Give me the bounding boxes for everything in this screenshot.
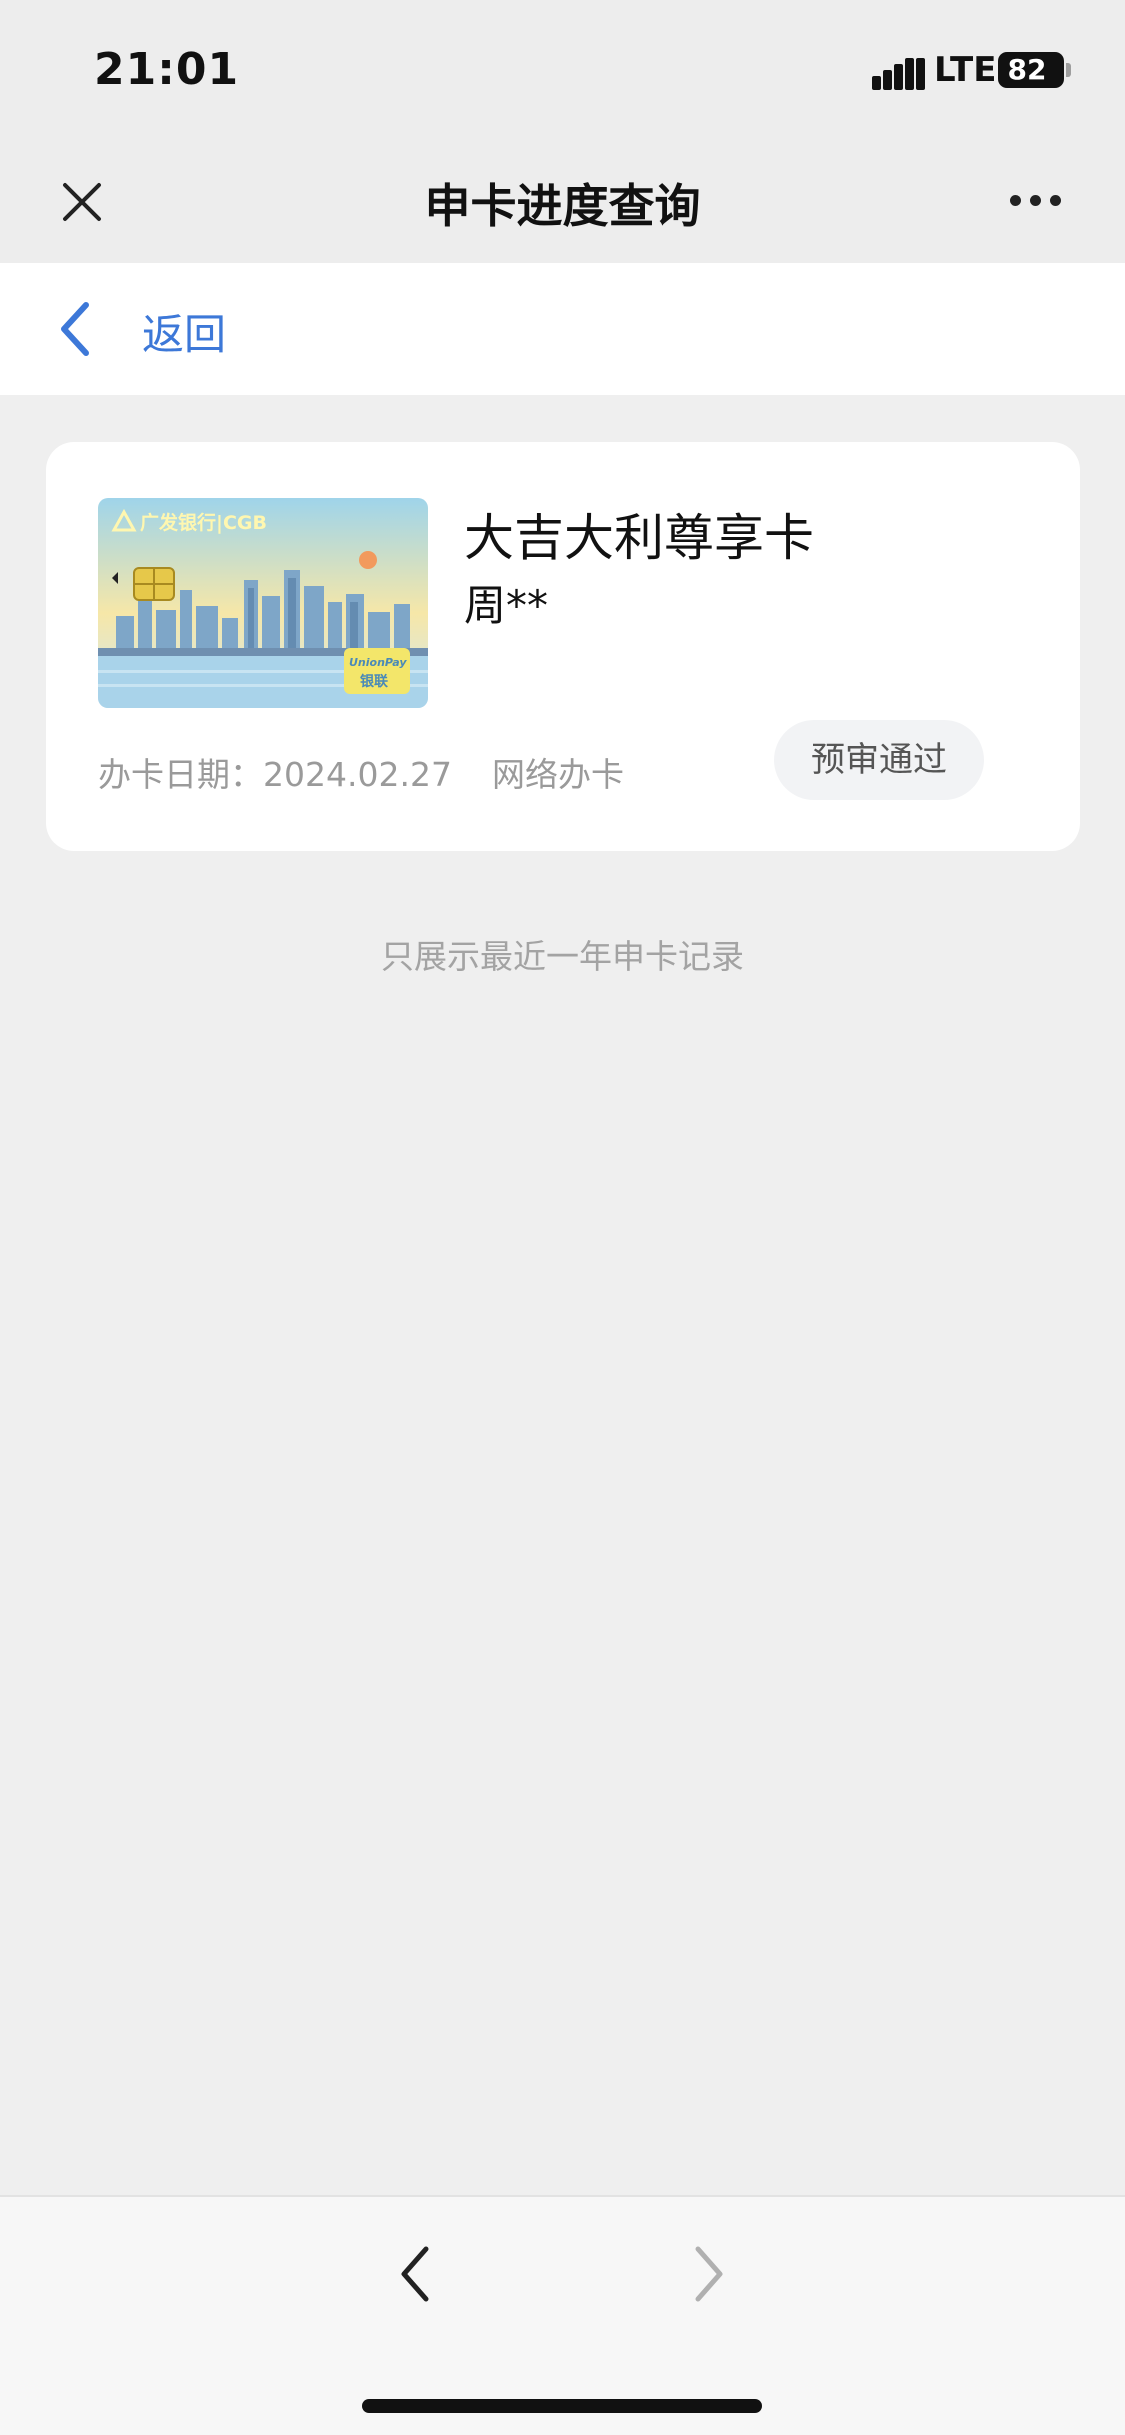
- card-holder-name: 周**: [464, 581, 549, 630]
- chevron-left-icon: [61, 302, 89, 356]
- more-icon[interactable]: [1010, 188, 1070, 212]
- battery-icon: 82: [998, 52, 1064, 88]
- battery-cap: [1066, 63, 1071, 77]
- bank-logo-text: 广发银行|CGB: [140, 511, 267, 534]
- back-label: 返回: [142, 310, 227, 359]
- back-link[interactable]: 返回: [0, 263, 1125, 395]
- battery-level: 82: [1007, 53, 1047, 86]
- status-time: 21:01: [94, 44, 240, 95]
- page: 21:01 LTE 82 申卡进度查询 返回 广发银行|CGB UnionPay…: [0, 0, 1125, 2435]
- chevron-right-icon[interactable]: [682, 2239, 732, 2309]
- network-type: LTE: [934, 50, 997, 90]
- title-bar: 申卡进度查询: [0, 140, 1125, 263]
- bottom-navigation-bar: [0, 2195, 1125, 2435]
- application-date: 办卡日期：2024.02.27: [98, 755, 452, 794]
- status-bar: 21:01 LTE 82: [0, 0, 1125, 140]
- svg-text:UnionPay: UnionPay: [349, 656, 407, 669]
- application-channel: 网络办卡: [492, 755, 624, 794]
- home-indicator[interactable]: [362, 2399, 762, 2413]
- credit-card-image: 广发银行|CGB UnionPay 银联: [98, 498, 428, 708]
- cellular-signal-icon: [872, 58, 926, 90]
- records-note: 只展示最近一年申卡记录: [381, 937, 744, 976]
- page-title: 申卡进度查询: [424, 179, 701, 233]
- application-record-card[interactable]: 广发银行|CGB UnionPay 银联 大吉大利尊享卡 周** 办卡日期：20…: [46, 442, 1080, 851]
- status-badge: 预审通过: [774, 720, 984, 800]
- card-product-name: 大吉大利尊享卡: [464, 509, 814, 567]
- svg-text:银联: 银联: [360, 673, 389, 690]
- chevron-left-icon[interactable]: [392, 2239, 442, 2309]
